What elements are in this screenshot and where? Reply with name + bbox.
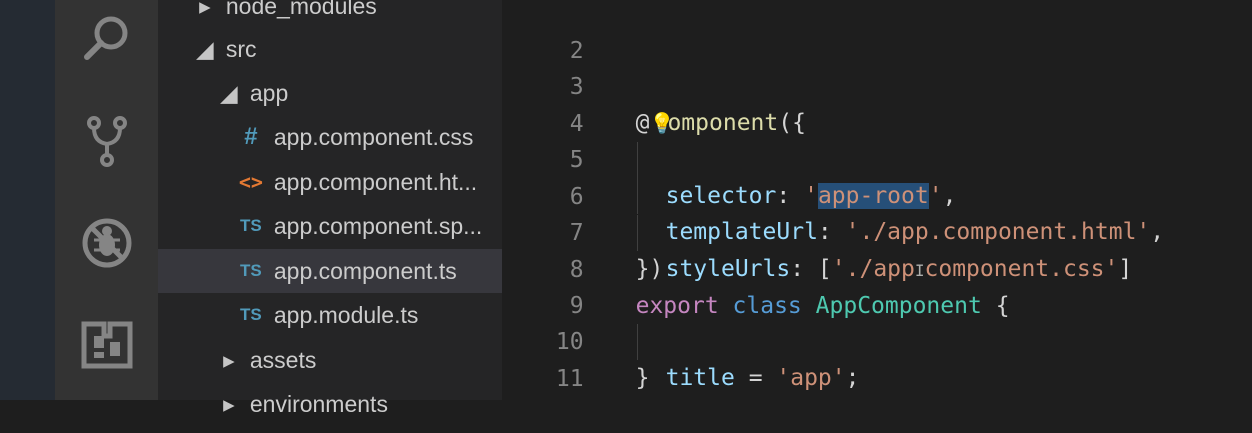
code-editor[interactable]: 2 3 @💡omponent({ 4 selector: 'app-root',… — [501, 0, 1252, 400]
html-file-icon: <> — [238, 170, 263, 194]
chevron-right-icon: ▸ — [223, 346, 235, 373]
activity-bar — [54, 0, 158, 400]
code-line: 8 export class AppComponent { — [502, 216, 1252, 319]
chevron-right-icon: ▸ — [223, 390, 235, 417]
tree-item-label: app.component.ts — [273, 257, 457, 284]
code-line: 10 } — [502, 288, 1252, 391]
css-file-icon: # — [244, 123, 258, 150]
chevron-down-icon: ◢ — [196, 35, 214, 62]
code-line: 11 — [502, 325, 1252, 392]
tree-item-label: node_modules — [225, 0, 377, 19]
code-line: 2 — [502, 0, 1252, 64]
typescript-file-icon: TS — [240, 216, 262, 235]
tree-item-label: environments — [249, 390, 388, 417]
vscode-window: ▸ node_modules ◢ src ◢ app # app.compone… — [0, 0, 1252, 417]
extensions-icon[interactable] — [80, 318, 134, 372]
punctuation: ; — [845, 365, 860, 391]
string-literal: 'app' — [776, 365, 846, 391]
explorer-sidebar: ▸ node_modules ◢ src ◢ app # app.compone… — [157, 0, 578, 417]
typescript-file-icon: TS — [240, 305, 262, 324]
tree-item-label: app.component.sp... — [273, 212, 483, 239]
code-line: 3 @💡omponent({ — [502, 33, 1252, 136]
code-line: 5 templateUrl: './app.component.html', — [502, 106, 1252, 245]
code-text: title = 'app'; — [666, 360, 860, 396]
source-control-icon[interactable] — [80, 114, 134, 168]
tree-item-node-modules[interactable]: ▸ node_modules — [158, 0, 542, 28]
tree-item-label: app — [249, 79, 289, 106]
line-number: 11 — [555, 366, 584, 392]
tree-item-label: app.component.css — [273, 123, 474, 150]
tree-item-label: assets — [249, 346, 317, 373]
tree-item-src[interactable]: ◢ src — [158, 27, 542, 71]
code-text: } — [636, 360, 650, 396]
tree-item-label: app.module.ts — [273, 301, 419, 328]
debug-icon[interactable] — [80, 216, 134, 270]
code-line: 7 }) — [502, 179, 1252, 282]
chevron-down-icon: ◢ — [220, 79, 238, 106]
property-key: title — [665, 365, 735, 391]
punctuation: } — [635, 365, 650, 391]
search-icon[interactable] — [80, 12, 134, 66]
chevron-right-icon: ▸ — [199, 0, 211, 19]
typescript-file-icon: TS — [240, 261, 262, 280]
punctuation: = — [734, 365, 777, 391]
window-edge — [0, 0, 55, 400]
tree-item-label: src — [225, 35, 257, 62]
code-line: 4 selector: 'app-root', — [502, 70, 1252, 209]
tree-item-label: app.component.ht... — [273, 168, 478, 195]
code-line: 6 styleUrls: ['./appIcomponent.css'] — [502, 143, 1252, 282]
code-line: 9 title = 'app'; — [502, 252, 1252, 391]
